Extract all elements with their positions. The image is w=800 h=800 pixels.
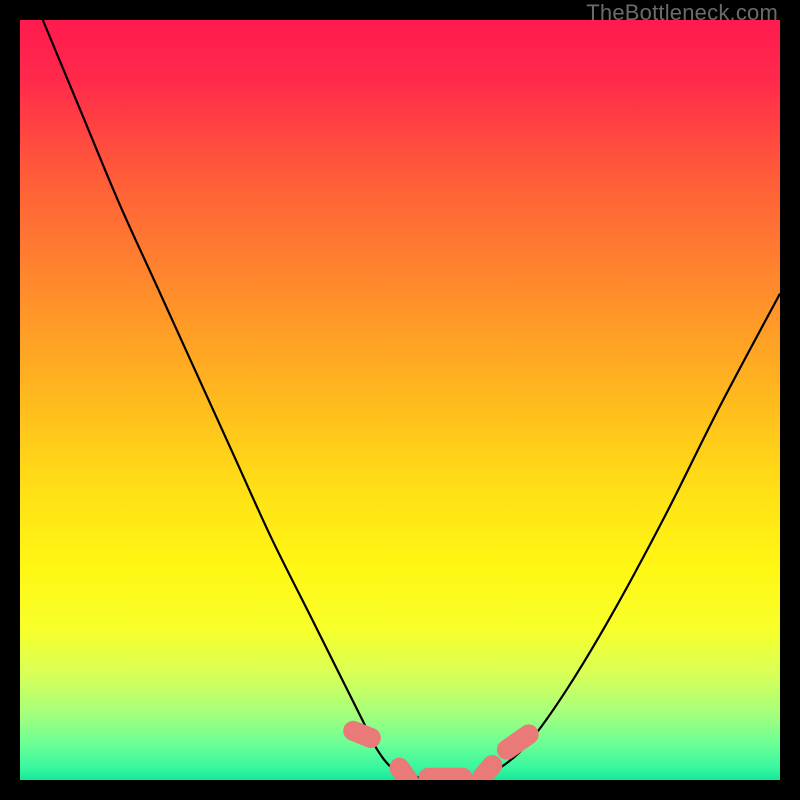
chart-plot-area xyxy=(20,20,780,780)
watermark-text: TheBottleneck.com xyxy=(586,0,778,26)
chart-svg xyxy=(20,20,780,780)
curve-marker xyxy=(419,768,472,780)
frame: TheBottleneck.com xyxy=(0,0,800,800)
chart-background xyxy=(20,20,780,780)
